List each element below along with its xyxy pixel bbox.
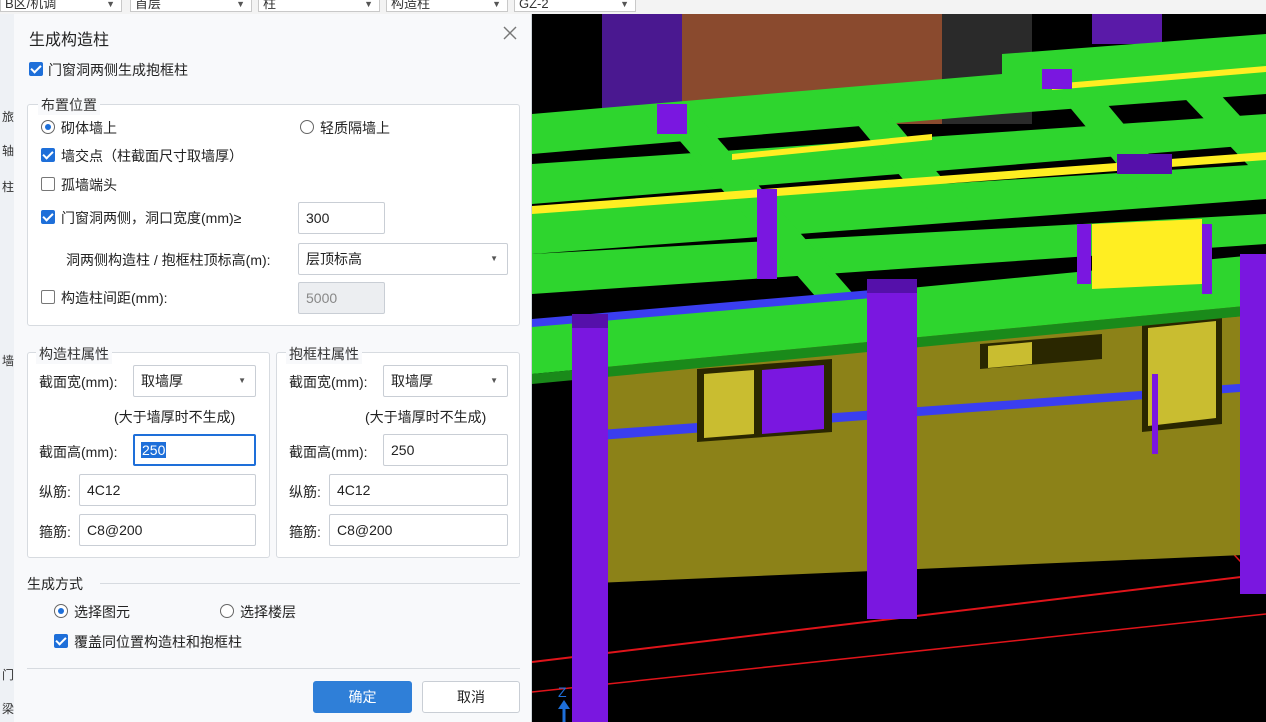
chevron-down-icon: ▼ — [364, 0, 373, 9]
opening-sides-label: 门窗洞两侧，洞口宽度(mm)≥ — [61, 210, 242, 226]
opening-width-input[interactable]: 300 — [298, 202, 385, 234]
radio-masonry-label: 砌体墙上 — [61, 120, 117, 136]
column-stirrup-input[interactable]: C8@200 — [79, 514, 256, 546]
column-width-hint: (大于墙厚时不生成) — [114, 409, 236, 425]
wall-intersection-label: 墙交点（柱截面尺寸取墙厚） — [61, 148, 243, 164]
column-stirrup-label: 箍筋: — [39, 524, 71, 540]
left-strip-char: 轴 — [2, 144, 15, 158]
opening-sides-checkbox[interactable] — [41, 210, 55, 224]
column-height-value: 250 — [141, 442, 167, 458]
frame-width-value: 取墙厚 — [391, 373, 433, 389]
left-strip-char: 旅 — [2, 110, 15, 124]
radio-light-label: 轻质隔墙上 — [320, 120, 390, 136]
left-strip-char: 柱 — [2, 180, 15, 194]
isolated-end-checkbox[interactable] — [41, 177, 55, 191]
opening-frame-label: 门窗洞两侧生成抱框柱 — [48, 62, 188, 78]
chevron-down-icon: ▼ — [492, 0, 501, 9]
area-combo[interactable]: B区/机调 ▼ — [0, 0, 122, 12]
override-checkbox[interactable] — [54, 634, 68, 648]
close-icon[interactable] — [501, 24, 519, 42]
frame-longbar-label: 纵筋: — [289, 484, 321, 500]
generate-column-dialog: 生成构造柱 门窗洞两侧生成抱框柱 布置位置 砌体墙上 轻质隔墙上 墙交点（柱截面… — [14, 14, 532, 722]
column-height-label: 截面高(mm): — [39, 444, 118, 460]
type-combo[interactable]: 柱 ▼ — [258, 0, 380, 12]
spacing-checkbox[interactable] — [41, 290, 55, 304]
radio-select-element[interactable] — [54, 604, 68, 618]
column-height-input[interactable]: 250 — [133, 434, 256, 466]
left-strip-char: 门 — [2, 668, 15, 682]
frame-width-label: 截面宽(mm): — [289, 374, 368, 390]
footer-divider — [27, 668, 520, 669]
frame-height-input[interactable]: 250 — [383, 434, 508, 466]
frame-height-label: 截面高(mm): — [289, 444, 368, 460]
top-elevation-select[interactable]: 层顶标高 ▼ — [298, 243, 508, 275]
dialog-title: 生成构造柱 — [29, 32, 110, 49]
left-panel-strip: 旅 轴 柱 墙 门 梁 — [0, 14, 14, 722]
placement-group-title: 布置位置 — [38, 95, 100, 115]
frame-stirrup-label: 箍筋: — [289, 524, 321, 540]
left-strip-char: 梁 — [2, 702, 15, 716]
floor-combo-value: 首层 — [135, 0, 162, 11]
radio-masonry-wall[interactable] — [41, 120, 55, 134]
generation-divider — [100, 583, 520, 584]
wall-intersection-checkbox[interactable] — [41, 148, 55, 162]
radio-select-floor-label: 选择楼层 — [240, 604, 296, 620]
column-width-select[interactable]: 取墙厚 ▼ — [133, 365, 256, 397]
floor-combo[interactable]: 首层 ▼ — [130, 0, 252, 12]
cancel-button[interactable]: 取消 — [422, 681, 520, 713]
isolated-end-label: 孤墙端头 — [61, 177, 117, 193]
column-width-value: 取墙厚 — [141, 373, 183, 389]
frame-props-title: 抱框柱属性 — [286, 344, 362, 364]
subtype-combo-value: 构造柱 — [391, 0, 431, 11]
frame-stirrup-input[interactable]: C8@200 — [329, 514, 508, 546]
frame-longbar-input[interactable]: 4C12 — [329, 474, 508, 506]
top-toolbar: B区/机调 ▼ 首层 ▼ 柱 ▼ 构造柱 ▼ GZ-2 ▼ — [0, 0, 1266, 14]
column-width-label: 截面宽(mm): — [39, 374, 118, 390]
radio-select-element-label: 选择图元 — [74, 604, 130, 620]
column-props-title: 构造柱属性 — [36, 344, 112, 364]
chevron-down-icon: ▼ — [236, 0, 245, 9]
radio-select-floor[interactable] — [220, 604, 234, 618]
radio-light-wall[interactable] — [300, 120, 314, 134]
frame-width-select[interactable]: 取墙厚 ▼ — [383, 365, 508, 397]
column-longbar-label: 纵筋: — [39, 484, 71, 500]
top-elevation-value: 层顶标高 — [306, 251, 362, 267]
chevron-down-icon: ▼ — [106, 0, 115, 9]
building-model — [532, 14, 1266, 722]
element-combo-value: GZ-2 — [519, 0, 549, 11]
chevron-down-icon: ▼ — [490, 254, 498, 263]
chevron-down-icon: ▼ — [490, 376, 498, 385]
axis-z-label: Z — [558, 684, 567, 700]
generation-title: 生成方式 — [27, 576, 83, 592]
3d-viewport[interactable]: Z — [532, 14, 1266, 722]
spacing-label: 构造柱间距(mm): — [61, 290, 168, 306]
type-combo-value: 柱 — [263, 0, 277, 11]
column-longbar-input[interactable]: 4C12 — [79, 474, 256, 506]
spacing-input[interactable]: 5000 — [298, 282, 385, 314]
top-elevation-label: 洞两侧构造柱 / 抱框柱顶标高(m): — [66, 252, 271, 268]
override-label: 覆盖同位置构造柱和抱框柱 — [74, 634, 242, 650]
area-combo-value: B区/机调 — [5, 0, 57, 11]
element-combo[interactable]: GZ-2 ▼ — [514, 0, 636, 12]
left-strip-char: 墙 — [2, 354, 15, 368]
opening-frame-checkbox[interactable] — [29, 62, 43, 76]
subtype-combo[interactable]: 构造柱 ▼ — [386, 0, 508, 12]
ok-button[interactable]: 确定 — [313, 681, 412, 713]
frame-width-hint: (大于墙厚时不生成) — [365, 409, 487, 425]
chevron-down-icon: ▼ — [238, 376, 246, 385]
chevron-down-icon: ▼ — [620, 0, 629, 9]
